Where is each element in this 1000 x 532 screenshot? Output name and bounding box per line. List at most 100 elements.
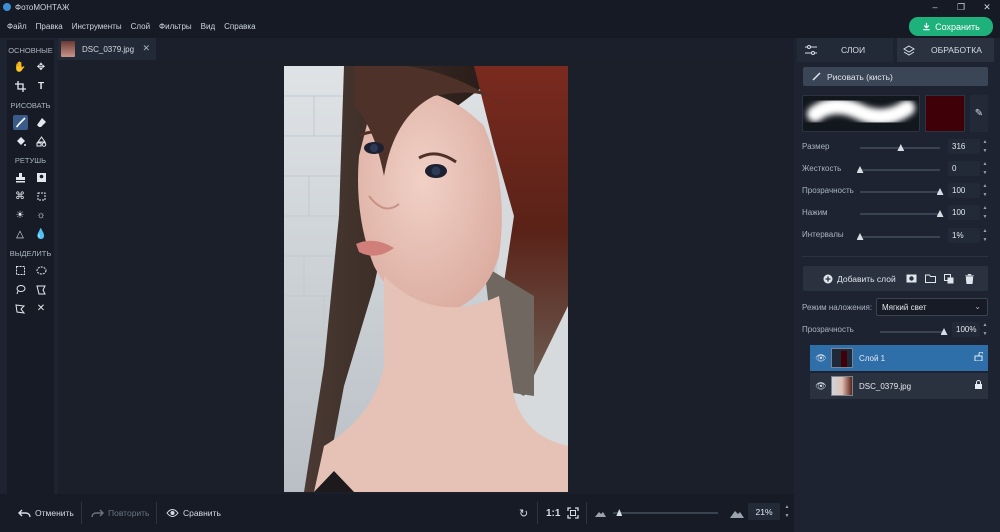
tab-processing-label: ОБРАБОТКА	[931, 45, 982, 55]
app-title: ФотоМОНТАЖ	[15, 2, 70, 12]
zoom-in-icon[interactable]	[730, 505, 744, 521]
add-layer-button[interactable]: Добавить слой	[823, 271, 896, 286]
lock-icon	[974, 380, 983, 391]
compare-button[interactable]: Сравнить	[166, 505, 221, 521]
zoom-value-field[interactable]: 21%	[748, 503, 780, 520]
menu-view[interactable]: Вид	[201, 22, 215, 31]
save-button[interactable]: Сохранить	[909, 17, 993, 36]
size-stepper[interactable]: ▲ ▼	[981, 138, 989, 155]
text-tool-icon[interactable]: T	[34, 79, 49, 94]
pressure-stepper[interactable]: ▲ ▼	[981, 204, 989, 221]
toolbox: ОСНОВНЫЕ ✋ ✥ T РИСОВАТЬ РЕТУШЬ ⌘ ☀ ☼ △ 💧…	[7, 40, 54, 494]
menu-bar: Файл Правка Инструменты Слой Фильтры Вид…	[0, 14, 1000, 38]
close-tab-icon[interactable]: ✕	[142, 43, 150, 54]
polygon-select-icon[interactable]	[34, 282, 49, 297]
opacity-stepper[interactable]: ▲ ▼	[981, 182, 989, 199]
menu-edit[interactable]: Правка	[36, 22, 63, 31]
brush-mode-label: Рисовать (кисть)	[827, 71, 893, 82]
intervals-slider[interactable]	[860, 236, 940, 238]
document-tab-bar: DSC_0379.jpg ✕	[58, 38, 794, 60]
blend-mode-select[interactable]: Мягкий свет ⌄	[876, 298, 988, 316]
layer-opacity-value-field[interactable]: 100%	[952, 322, 980, 337]
hardness-value-field[interactable]: 0	[948, 161, 980, 176]
layer-opacity-label: Прозрачность	[802, 325, 854, 334]
stamp-tool-icon[interactable]	[13, 170, 28, 185]
sharpen-tool-icon[interactable]: △	[13, 227, 28, 242]
frame-tool-icon[interactable]	[34, 189, 49, 204]
intervals-value-field[interactable]: 1%	[948, 228, 980, 243]
magic-wand-icon[interactable]: ✕	[34, 301, 49, 316]
zoom-out-icon[interactable]	[595, 505, 606, 521]
portrait-tool-icon[interactable]	[34, 170, 49, 185]
undo-label: Отменить	[35, 508, 74, 518]
layer-opacity-slider[interactable]	[880, 331, 944, 333]
size-value-field[interactable]: 316	[948, 139, 980, 154]
brush-color-swatch[interactable]	[925, 95, 965, 132]
hardness-label: Жесткость	[802, 164, 842, 173]
opacity-value-field[interactable]: 100	[948, 183, 980, 198]
brightness-tool-icon[interactable]: ☀	[13, 208, 28, 223]
opacity-slider[interactable]	[860, 191, 940, 193]
menu-layer[interactable]: Слой	[131, 22, 150, 31]
trash-icon[interactable]	[963, 271, 975, 286]
menu-tools[interactable]: Инструменты	[72, 22, 122, 31]
eyedropper-icon[interactable]: ✎	[970, 95, 988, 132]
crop-tool-icon[interactable]	[13, 79, 28, 94]
move-tool-icon[interactable]: ✥	[34, 60, 49, 75]
minimize-icon[interactable]: –	[922, 0, 948, 14]
section-select: ВЫДЕЛИТЬ	[9, 249, 52, 258]
intervals-label: Интервалы	[802, 230, 844, 239]
brush-mode-button[interactable]: Рисовать (кисть)	[803, 67, 988, 86]
hardness-slider[interactable]	[860, 169, 940, 171]
light-tool-icon[interactable]: ☼	[34, 208, 49, 223]
compare-label: Сравнить	[183, 508, 221, 518]
zoom-slider[interactable]	[613, 512, 718, 514]
pressure-value-field[interactable]: 100	[948, 205, 980, 220]
photo-canvas[interactable]	[284, 66, 568, 492]
rotate-icon[interactable]: ↻	[519, 505, 528, 521]
chevron-down-icon: ⌄	[974, 302, 981, 311]
layer-opacity-stepper[interactable]: ▲ ▼	[981, 321, 989, 338]
unlock-icon[interactable]	[974, 351, 984, 363]
brush-tool-icon[interactable]	[12, 115, 28, 130]
eraser-tool-icon[interactable]	[34, 115, 49, 130]
layer-row-background[interactable]: 👁 DSC_0379.jpg	[810, 373, 988, 399]
fit-screen-icon[interactable]	[567, 505, 579, 521]
magnetic-select-icon[interactable]	[13, 301, 28, 316]
intervals-stepper[interactable]: ▲ ▼	[981, 227, 989, 244]
visibility-eye-icon[interactable]: 👁	[813, 353, 829, 364]
tab-processing[interactable]: ОБРАБОТКА	[897, 38, 994, 62]
visibility-eye-icon[interactable]: 👁	[813, 381, 829, 392]
menu-file[interactable]: Файл	[7, 22, 27, 31]
layer-name: Слой 1	[859, 353, 886, 363]
actual-size-button[interactable]: 1:1	[546, 505, 560, 521]
layer-row-layer1[interactable]: 👁 Слой 1	[810, 345, 988, 371]
layer-name: DSC_0379.jpg	[859, 381, 912, 391]
hardness-stepper[interactable]: ▲ ▼	[981, 160, 989, 177]
patch-tool-icon[interactable]: ⌘	[13, 189, 28, 204]
pressure-slider[interactable]	[860, 213, 940, 215]
fill-tool-icon[interactable]	[13, 134, 28, 149]
rect-select-icon[interactable]	[13, 263, 28, 278]
duplicate-layer-icon[interactable]	[943, 271, 955, 286]
restore-icon[interactable]: ❐	[948, 0, 974, 14]
title-bar: ФотоМОНТАЖ – ❐ ✕	[0, 0, 1000, 14]
plus-circle-icon	[823, 274, 833, 283]
hand-tool-icon[interactable]: ✋	[13, 60, 28, 75]
menu-help[interactable]: Справка	[224, 22, 255, 31]
close-icon[interactable]: ✕	[974, 0, 1000, 14]
add-layer-label: Добавить слой	[837, 273, 896, 284]
blur-tool-icon[interactable]: 💧	[34, 227, 49, 242]
undo-button[interactable]: Отменить	[18, 505, 74, 521]
tab-layers[interactable]: СЛОИ	[797, 38, 893, 62]
folder-icon[interactable]	[924, 271, 936, 286]
redo-button[interactable]: Повторить	[91, 505, 150, 521]
zoom-stepper[interactable]: ▲ ▼	[783, 503, 791, 520]
lasso-select-icon[interactable]	[13, 282, 28, 297]
layer-mask-icon[interactable]	[905, 271, 917, 286]
document-tab[interactable]: DSC_0379.jpg ✕	[58, 38, 156, 60]
shapes-tool-icon[interactable]	[34, 134, 49, 149]
pressure-label: Нажим	[802, 208, 828, 217]
ellipse-select-icon[interactable]	[34, 263, 49, 278]
menu-filters[interactable]: Фильтры	[159, 22, 192, 31]
